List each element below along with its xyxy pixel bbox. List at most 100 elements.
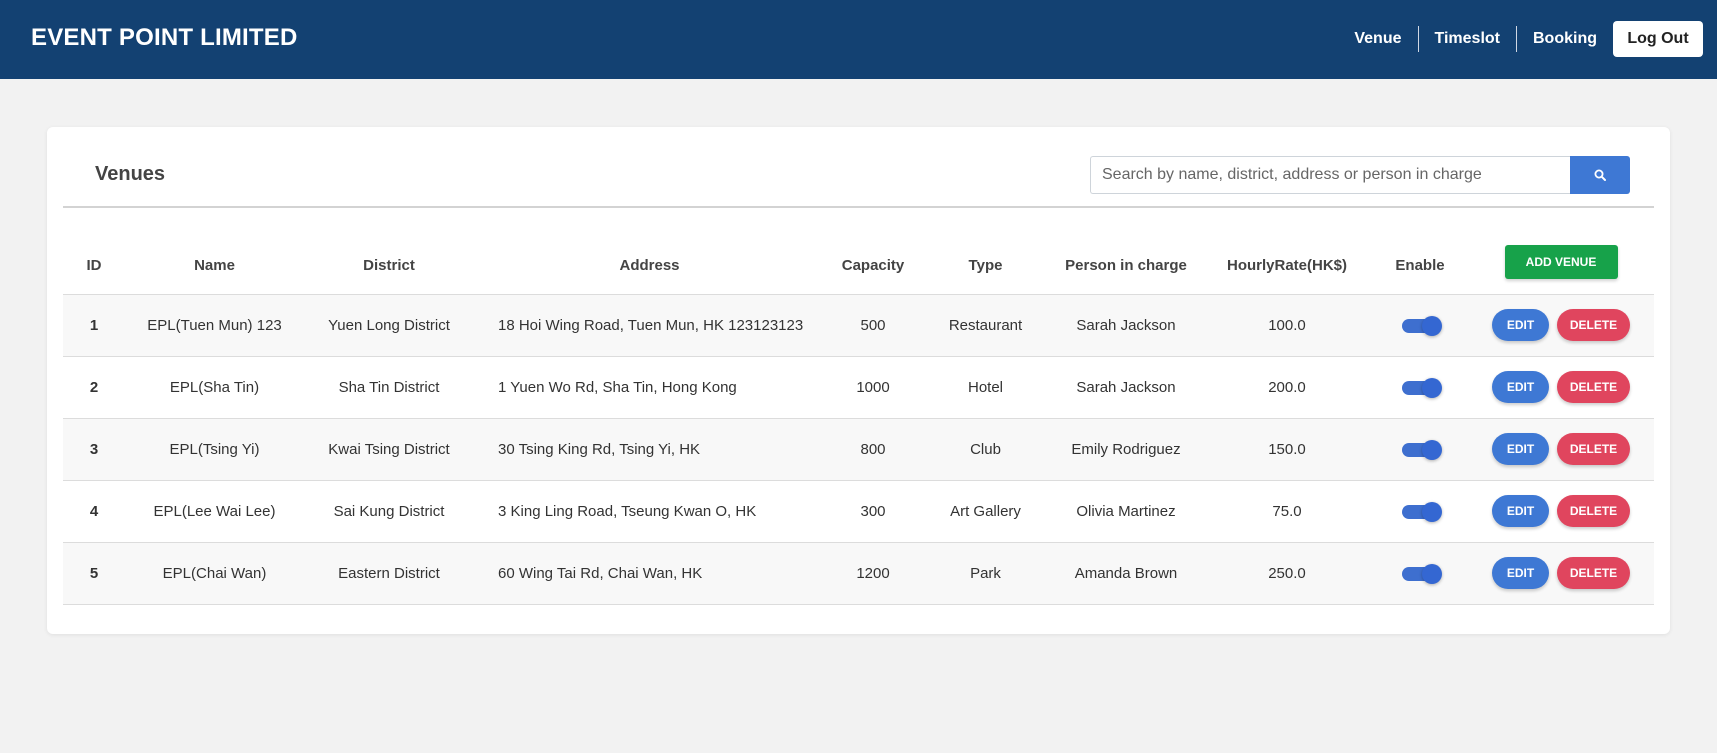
cell-rate: 75.0 — [1272, 502, 1302, 520]
delete-button[interactable]: DELETE — [1557, 309, 1630, 341]
cell-name: EPL(Sha Tin) — [169, 378, 260, 396]
card-header: Venues — [63, 127, 1654, 208]
top-navbar: EVENT POINT LIMITED Venue Timeslot Booki… — [0, 0, 1717, 79]
cell-type: Park — [970, 564, 1001, 582]
venues-table: ID Name District Address Capacity Type P… — [63, 231, 1654, 605]
cell-district: Eastern District — [338, 564, 440, 582]
cell-district: Sai Kung District — [333, 502, 445, 520]
delete-button[interactable]: DELETE — [1557, 433, 1630, 465]
page-title: Venues — [95, 163, 166, 185]
cell-type: Art Gallery — [950, 502, 1021, 520]
cell-type: Restaurant — [948, 316, 1023, 334]
cell-id: 2 — [89, 378, 99, 396]
col-header-address: Address — [619, 256, 680, 274]
cell-district: Sha Tin District — [338, 378, 440, 396]
cell-type: Club — [970, 440, 1001, 458]
delete-button[interactable]: DELETE — [1557, 557, 1630, 589]
col-header-capacity: Capacity — [841, 256, 905, 274]
table-row: 4 EPL(Lee Wai Lee) Sai Kung District 3 K… — [63, 480, 1654, 542]
cell-address: 18 Hoi Wing Road, Tuen Mun, HK 123123123 — [498, 316, 804, 334]
cell-id: 3 — [89, 440, 99, 458]
delete-button[interactable]: DELETE — [1557, 495, 1630, 527]
venues-card: Venues ID Name District Address Capacit — [47, 127, 1670, 634]
enable-toggle[interactable] — [1402, 315, 1442, 336]
cell-person: Sarah Jackson — [1076, 316, 1176, 334]
search-bar — [1090, 156, 1630, 194]
cell-address: 1 Yuen Wo Rd, Sha Tin, Hong Kong — [498, 378, 737, 396]
cell-person: Olivia Martinez — [1076, 502, 1176, 520]
cell-actions: EDIT DELETE — [1468, 480, 1654, 542]
col-header-rate: HourlyRate(HK$) — [1226, 256, 1347, 274]
edit-button[interactable]: EDIT — [1492, 309, 1549, 341]
edit-button[interactable]: EDIT — [1492, 371, 1549, 403]
col-header-person: Person in charge — [1065, 256, 1187, 274]
cell-actions: EDIT DELETE — [1468, 418, 1654, 480]
cell-actions: EDIT DELETE — [1468, 294, 1654, 356]
cell-name: EPL(Lee Wai Lee) — [153, 502, 276, 520]
nav-timeslot-link[interactable]: Timeslot — [1417, 26, 1517, 52]
cell-name: EPL(Tsing Yi) — [169, 440, 260, 458]
delete-button[interactable]: DELETE — [1557, 371, 1630, 403]
col-header-type: Type — [968, 256, 1003, 274]
logout-button[interactable]: Log Out — [1613, 21, 1703, 57]
table-row: 2 EPL(Sha Tin) Sha Tin District 1 Yuen W… — [63, 356, 1654, 418]
cell-actions: EDIT DELETE — [1468, 542, 1654, 604]
table-row: 3 EPL(Tsing Yi) Kwai Tsing District 30 T… — [63, 418, 1654, 480]
cell-district: Kwai Tsing District — [328, 440, 450, 458]
cell-id: 4 — [89, 502, 99, 520]
cell-actions: EDIT DELETE — [1468, 356, 1654, 418]
brand-title: EVENT POINT LIMITED — [31, 24, 298, 51]
add-venue-button[interactable]: ADD VENUE — [1504, 245, 1618, 280]
cell-rate: 250.0 — [1268, 564, 1306, 582]
toggle-knob — [1422, 439, 1442, 460]
cell-person: Amanda Brown — [1074, 564, 1178, 582]
edit-button[interactable]: EDIT — [1492, 433, 1549, 465]
table-header-row: ID Name District Address Capacity Type P… — [63, 231, 1654, 294]
toggle-knob — [1422, 501, 1442, 522]
cell-type: Hotel — [967, 378, 1004, 396]
cell-capacity: 1000 — [856, 378, 890, 396]
cell-person: Emily Rodriguez — [1071, 440, 1181, 458]
cell-id: 1 — [89, 316, 99, 334]
nav-venue-link[interactable]: Venue — [1338, 26, 1417, 52]
cell-enable — [1372, 542, 1468, 604]
enable-toggle[interactable] — [1402, 439, 1442, 460]
cell-rate: 100.0 — [1268, 316, 1306, 334]
cell-enable — [1372, 418, 1468, 480]
cell-rate: 200.0 — [1268, 378, 1306, 396]
cell-address: 3 King Ling Road, Tseung Kwan O, HK — [498, 502, 757, 520]
cell-address: 60 Wing Tai Rd, Chai Wan, HK — [498, 564, 703, 582]
table-row: 5 EPL(Chai Wan) Eastern District 60 Wing… — [63, 542, 1654, 604]
enable-toggle[interactable] — [1402, 501, 1442, 522]
search-icon — [1594, 169, 1606, 181]
col-header-enable: Enable — [1395, 256, 1445, 274]
cell-capacity: 500 — [860, 316, 886, 334]
cell-name: EPL(Chai Wan) — [162, 564, 267, 582]
cell-address: 30 Tsing King Rd, Tsing Yi, HK — [498, 440, 701, 458]
toggle-knob — [1422, 377, 1442, 398]
cell-capacity: 800 — [860, 440, 886, 458]
enable-toggle[interactable] — [1402, 563, 1442, 584]
edit-button[interactable]: EDIT — [1492, 495, 1549, 527]
col-header-district: District — [363, 256, 415, 274]
table-row: 1 EPL(Tuen Mun) 123 Yuen Long District 1… — [63, 294, 1654, 356]
cell-rate: 150.0 — [1268, 440, 1306, 458]
col-header-actions: ADD VENUE — [1468, 231, 1654, 294]
enable-toggle[interactable] — [1402, 377, 1442, 398]
cell-id: 5 — [89, 564, 99, 582]
cell-enable — [1372, 480, 1468, 542]
col-header-id: ID — [86, 256, 102, 274]
search-input[interactable] — [1090, 156, 1570, 194]
cell-district: Yuen Long District — [328, 316, 450, 334]
edit-button[interactable]: EDIT — [1492, 557, 1549, 589]
cell-enable — [1372, 356, 1468, 418]
nav-booking-link[interactable]: Booking — [1516, 26, 1613, 52]
cell-name: EPL(Tuen Mun) 123 — [147, 316, 282, 334]
col-header-name: Name — [194, 256, 235, 274]
search-button[interactable] — [1570, 156, 1630, 194]
toggle-knob — [1422, 563, 1442, 584]
cell-enable — [1372, 294, 1468, 356]
toggle-knob — [1422, 315, 1442, 336]
nav-links: Venue Timeslot Booking Log Out — [1338, 21, 1703, 57]
cell-capacity: 300 — [860, 502, 886, 520]
